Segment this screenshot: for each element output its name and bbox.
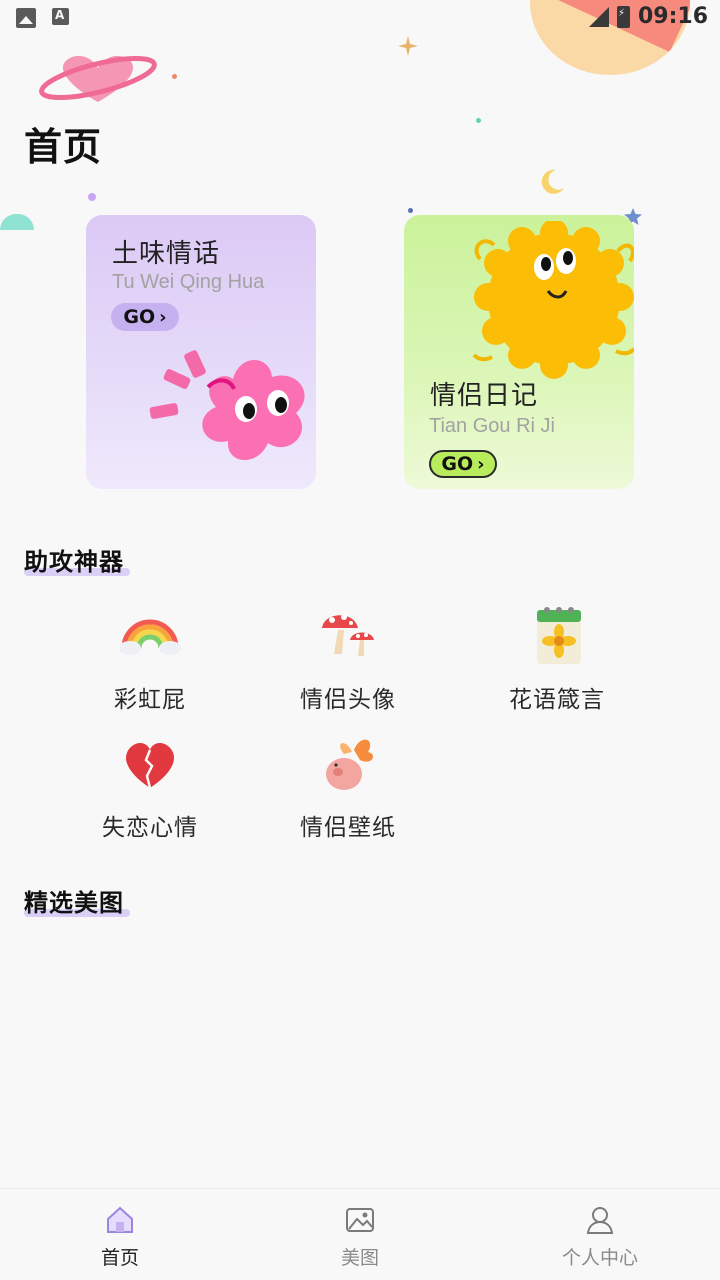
go-button[interactable]: GO › [111, 303, 179, 331]
tool-flower-quotes[interactable]: 花语箴言 [487, 604, 627, 714]
battery-icon [616, 5, 630, 28]
tool-label: 失恋心情 [102, 815, 198, 841]
tool-heartbreak[interactable]: 失恋心情 [80, 732, 220, 842]
tool-couple-wallpaper[interactable]: 情侣壁纸 [278, 732, 418, 842]
font-notification-icon [52, 8, 69, 25]
tab-label: 首页 [100, 1247, 139, 1269]
broken-heart-icon [126, 743, 174, 789]
featured-section-title: 精选美图 [24, 883, 130, 918]
tuwei-qinghua-card[interactable]: 土味情话 Tu Wei Qing Hua GO › [86, 215, 316, 489]
page-title: 首页 [24, 125, 103, 169]
tool-label: 花语箴言 [509, 687, 605, 713]
image-icon [346, 1208, 374, 1232]
bottom-tab-bar: 首页 美图 个人中心 [0, 1188, 720, 1280]
moon-decoration [541, 169, 564, 194]
tool-label: 情侣壁纸 [300, 815, 396, 841]
tab-label: 个人中心 [561, 1247, 638, 1269]
home-icon [107, 1206, 133, 1233]
cloud-decoration [0, 214, 34, 230]
gallery-notification-icon [16, 8, 36, 28]
flower-face-illustration [149, 350, 305, 461]
rainbow-icon [119, 619, 181, 655]
sparkle-decoration [398, 36, 418, 56]
butterfly-pig-icon [326, 739, 374, 790]
go-label: GO [123, 306, 156, 328]
card-subtitle: Tian Gou Ri Ji [429, 415, 555, 437]
tool-rainbow[interactable]: 彩虹屁 [80, 604, 220, 714]
tab-home[interactable]: 首页 [40, 1205, 200, 1270]
card-title: 情侣日记 [430, 381, 539, 411]
tools-section-title: 助攻神器 [24, 542, 130, 577]
signal-icon [588, 6, 609, 27]
tool-label: 情侣头像 [300, 687, 396, 713]
card-title: 土味情话 [112, 239, 221, 269]
go-label: GO [441, 453, 474, 475]
tab-gallery[interactable]: 美图 [280, 1205, 440, 1270]
tool-label: 彩虹屁 [114, 687, 186, 713]
tool-couple-avatar[interactable]: 情侣头像 [278, 604, 418, 714]
tab-label: 美图 [340, 1247, 379, 1269]
sun-face-illustration [472, 221, 634, 379]
couple-diary-card[interactable]: 情侣日记 Tian Gou Ri Ji GO › [404, 215, 634, 489]
mushroom-icon [322, 614, 374, 656]
status-time: 09:16 [637, 4, 708, 29]
dot-decoration [476, 118, 481, 123]
tab-profile[interactable]: 个人中心 [520, 1205, 680, 1270]
heart-planet-decoration [39, 55, 157, 102]
chevron-right-icon: › [159, 306, 167, 328]
flower-calendar-icon [537, 607, 581, 664]
profile-icon [586, 1207, 614, 1234]
dot-decoration [408, 208, 413, 213]
dot-decoration [172, 74, 177, 79]
card-subtitle: Tu Wei Qing Hua [112, 271, 265, 293]
chevron-right-icon: › [477, 453, 485, 475]
go-button[interactable]: GO › [429, 450, 497, 478]
dot-decoration [88, 193, 96, 201]
